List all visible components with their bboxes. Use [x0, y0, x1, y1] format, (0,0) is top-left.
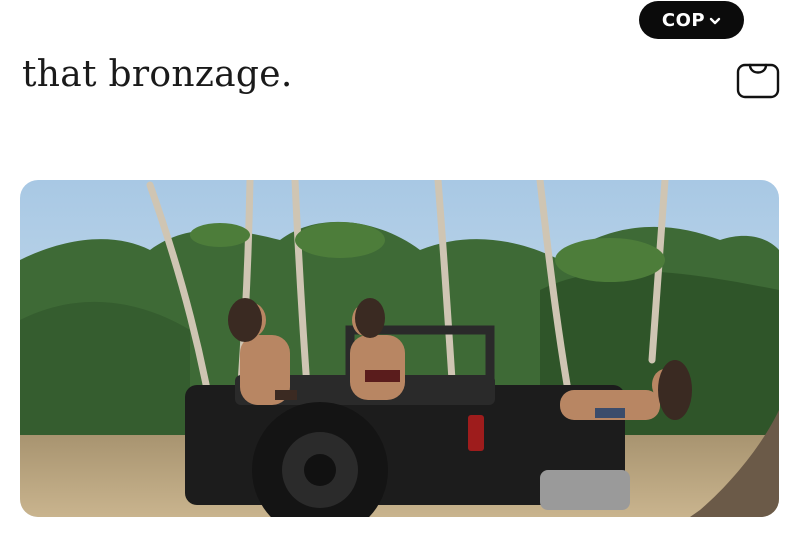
shopping-bag-icon [736, 63, 780, 99]
currency-label: COP [661, 9, 706, 31]
currency-selector[interactable]: COP [639, 1, 744, 39]
brand-title[interactable]: that bronzage. [22, 54, 293, 95]
hero-image[interactable] [20, 180, 779, 517]
chevron-down-icon [709, 17, 721, 25]
hero-illustration [20, 180, 779, 517]
cart-button[interactable] [736, 61, 780, 99]
